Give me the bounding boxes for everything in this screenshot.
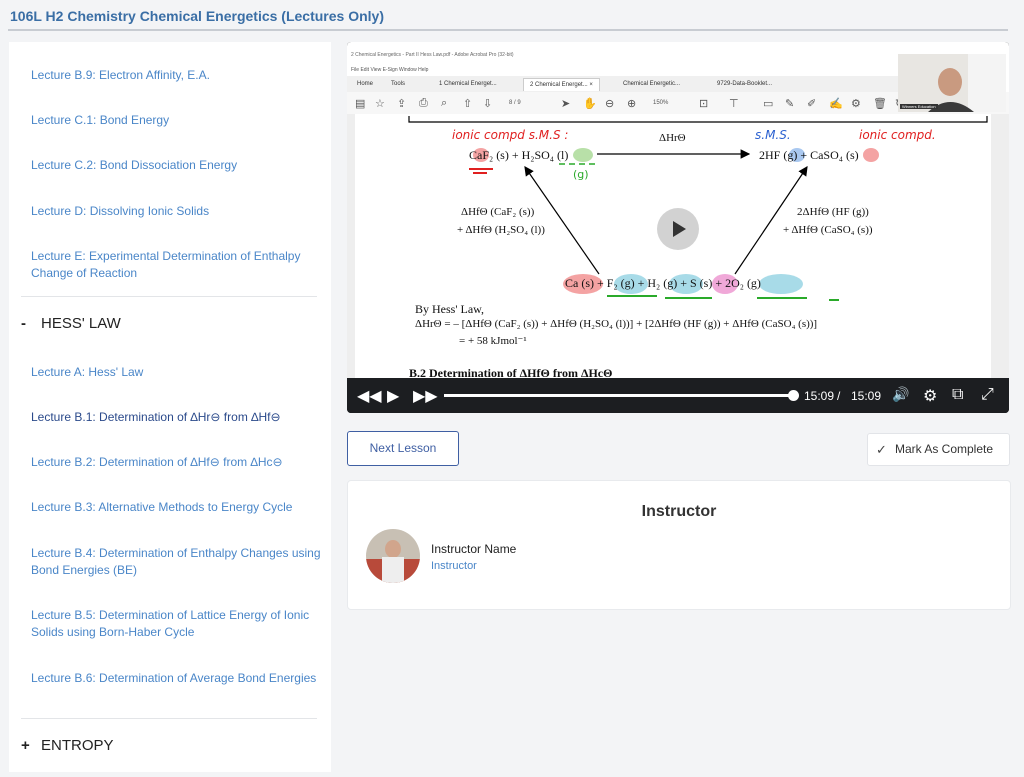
page-up-icon: ⇧ (463, 98, 473, 110)
sidebar-item-hess-b6[interactable]: Lecture B.6: Determination of Average Bo… (31, 670, 321, 687)
volume-icon[interactable]: 🔊 (892, 386, 909, 403)
sidebar-item-hess-a[interactable]: Lecture A: Hess' Law (31, 364, 321, 381)
video-frame: 2 Chemical Energetics - Part II Hess Law… (347, 42, 1009, 378)
play-overlay-button[interactable] (657, 208, 699, 250)
zoom-level: 150% (653, 100, 669, 106)
annotation-ionic: ionic compd s.M.S : (452, 128, 569, 142)
annotation-ionic-right: ionic compd. (859, 128, 936, 142)
sidebar-item-hess-b1[interactable]: Lecture B.1: Determination of ∆Hr⊖ from … (31, 409, 321, 426)
popout-icon[interactable]: ⧉ (952, 386, 963, 404)
tools-icon: ⚙ (851, 98, 861, 110)
star-icon: ☆ (375, 98, 385, 110)
sidebar-item-d[interactable]: Lecture D: Dissolving Ionic Solids (31, 203, 321, 220)
annotation-sms: s.M.S. (755, 128, 791, 142)
video-player[interactable]: 2 Chemical Energetics - Part II Hess Law… (347, 42, 1009, 413)
annotation-g: (g) (573, 168, 589, 181)
play-icon (673, 221, 686, 237)
cursor-icon: ➤ (561, 98, 571, 110)
reaction-enthalpy-label: ΔHrΘ (659, 132, 686, 144)
collapse-icon: - (21, 315, 26, 332)
sidebar-item-b9[interactable]: Lecture B.9: Electron Affinity, E.A. (31, 67, 321, 84)
print-icon: ⎙ (419, 97, 428, 109)
sidebar-item-hess-b3[interactable]: Lecture B.3: Alternative Methods to Ener… (31, 499, 321, 516)
highlight-icon: ✐ (807, 98, 817, 110)
acrobat-tab: Tools (391, 81, 406, 87)
instructor-avatar (366, 529, 420, 583)
hand-icon: ✋ (583, 98, 597, 110)
progress-bar[interactable] (444, 394, 794, 397)
instructor-card: Instructor Instructor Name Instructor (347, 480, 1011, 610)
course-title: 106L H2 Chemistry Chemical Energetics (L… (10, 8, 384, 24)
zoom-in-icon: ⊕ (627, 98, 637, 110)
next-lesson-button[interactable]: Next Lesson (347, 431, 459, 466)
page-down-icon: ⇩ (483, 98, 493, 110)
sidebar-item-hess-b5[interactable]: Lecture B.5: Determination of Lattice En… (31, 607, 321, 641)
acrobat-tab: 1 Chemical Energet... (439, 81, 497, 87)
mark-complete-button[interactable]: ✓ Mark As Complete (867, 433, 1010, 466)
page-indicator: 8 / 9 (509, 100, 521, 106)
zoom-search-icon: ⌕ (441, 97, 448, 109)
acrobat-title: 2 Chemical Energetics - Part II Hess Law… (351, 52, 514, 58)
sidebar-item-hess-b2[interactable]: Lecture B.2: Determination of ∆Hf⊖ from … (31, 454, 321, 471)
sidebar-item-c1[interactable]: Lecture C.1: Bond Energy (31, 112, 321, 129)
reactants-text: CaF₂ (s) + H₂SO₄ (l) (469, 148, 569, 162)
progress-knob[interactable] (788, 390, 799, 401)
left-path-line2: + ΔHfΘ (H₂SO₄ (l)) (457, 224, 545, 236)
right-path-line1: 2ΔHfΘ (HF (g)) (797, 206, 869, 218)
instructor-name: Instructor Name (431, 542, 517, 556)
section-hess-law[interactable]: - HESS' LAW (21, 315, 121, 332)
sidebar-item-e[interactable]: Lecture E: Experimental Determination of… (31, 248, 321, 282)
left-path-line1: ΔHfΘ (CaF₂ (s)) (461, 206, 535, 218)
save-icon: ▤ (355, 98, 366, 110)
sidebar-item-c2[interactable]: Lecture C.2: Bond Dissociation Energy (31, 157, 321, 174)
hess-law-equation: ΔHrΘ = – [ΔHfΘ (CaF₂ (s)) + ΔHfΘ (H₂SO₄ … (415, 318, 818, 330)
delete-icon: 🗑 (873, 98, 887, 110)
avatar-image (366, 529, 420, 583)
time-separator: / (837, 389, 841, 403)
current-time: 15:09 (804, 389, 835, 403)
pen-icon: ✎ (785, 98, 795, 110)
play-pause-icon[interactable]: ▶ (387, 386, 399, 406)
lesson-sidebar: Lecture B.9: Electron Affinity, E.A. Lec… (9, 42, 331, 772)
acrobat-menu: File Edit View E-Sign Window Help (351, 67, 429, 73)
fit-icon: ⊡ (699, 98, 709, 110)
section-title: ENTROPY (41, 737, 114, 754)
mark-complete-label: Mark As Complete (895, 442, 994, 456)
video-controls: ◀◀ ▶ ▶▶ 15:09 / 15:09 🔊 ⚙ ⧉ ⤢ (347, 378, 1009, 413)
stamp-icon: ⊤ (729, 98, 739, 110)
rewind-icon[interactable]: ◀◀ (357, 386, 382, 406)
hess-law-title: By Hess' Law, (415, 302, 485, 316)
upload-icon: ⇪ (397, 98, 407, 110)
acrobat-tab: Home (357, 81, 374, 87)
sign-icon: ✍ (829, 98, 843, 110)
acrobat-tab: Chemical Energetic... (623, 81, 681, 87)
acrobat-tab: 9729-Data-Booklet... (717, 81, 773, 87)
instructor-heading: Instructor (641, 503, 717, 520)
acrobat-tabs: Home Tools 1 Chemical Energet... 2 Chemi… (347, 76, 907, 93)
webcam-label: Winners Education (900, 104, 938, 109)
header-divider (8, 29, 1008, 31)
settings-icon[interactable]: ⚙ (923, 386, 937, 406)
expand-icon: + (21, 737, 30, 754)
section-divider (21, 718, 317, 719)
hess-law-result: = + 58 kJmol⁻¹ (459, 335, 527, 347)
elements-text: Ca (s) + F₂ (g) + H₂ (g) + S (s) + 2O₂ (… (565, 276, 761, 290)
instructor-role[interactable]: Instructor (431, 560, 477, 572)
acrobat-tab: 2 Chemical Energet... × (523, 78, 600, 91)
fullscreen-icon[interactable]: ⤢ (981, 386, 994, 404)
course-header: 106L H2 Chemistry Chemical Energetics (L… (0, 0, 1024, 32)
products-text: 2HF (g) + CaSO₄ (s) (759, 148, 859, 162)
right-path-line2: + ΔHfΘ (CaSO₄ (s)) (783, 224, 873, 236)
checkmark-icon: ✓ (876, 442, 887, 457)
sidebar-item-hess-b4[interactable]: Lecture B.4: Determination of Enthalpy C… (31, 545, 321, 579)
next-section-heading: B.2 Determination of ΔHfΘ from ΔHcΘ (409, 366, 613, 378)
fast-forward-icon[interactable]: ▶▶ (413, 386, 438, 406)
duration: 15:09 (851, 389, 882, 403)
zoom-out-icon: ⊖ (605, 98, 615, 110)
section-divider (21, 296, 317, 297)
section-entropy[interactable]: + ENTROPY (21, 737, 114, 754)
comment-icon: ▭ (763, 98, 774, 110)
section-title: HESS' LAW (41, 315, 121, 332)
